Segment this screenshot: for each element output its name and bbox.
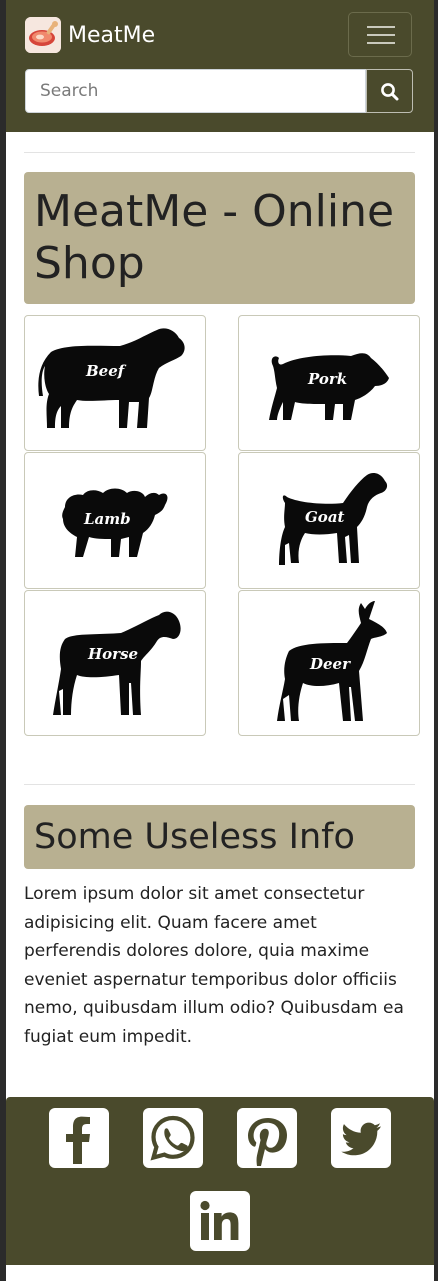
animal-label: Goat [305, 508, 345, 526]
section-title: Some Useless Info [24, 805, 415, 869]
horse-silhouette-icon [53, 611, 181, 715]
divider [24, 784, 415, 785]
cow-silhouette-icon [38, 328, 185, 428]
hamburger-menu-icon [367, 26, 395, 28]
search-button[interactable] [366, 69, 413, 113]
animal-card-goat[interactable]: Goat [238, 452, 420, 589]
meat-logo-icon[interactable] [25, 17, 61, 53]
whatsapp-icon[interactable] [143, 1108, 203, 1168]
footer [6, 1097, 434, 1265]
animal-label: Lamb [84, 510, 131, 528]
search-icon [381, 83, 399, 101]
pinterest-icon[interactable] [237, 1108, 297, 1168]
divider [24, 152, 415, 153]
navbar: MeatMe [6, 0, 434, 132]
hamburger-menu-button[interactable] [348, 12, 412, 57]
facebook-icon[interactable] [49, 1108, 109, 1168]
animal-card-horse[interactable]: Horse [24, 590, 206, 736]
page-title: MeatMe - Online Shop [24, 172, 415, 304]
animal-card-beef[interactable]: Beef [24, 315, 206, 451]
info-text: Lorem ipsum dolor sit amet consectetur a… [24, 884, 404, 1047]
animal-label: Deer [310, 655, 350, 673]
animal-card-pork[interactable]: Pork [238, 315, 420, 451]
animal-card-deer[interactable]: Deer [238, 590, 420, 736]
animal-label: Beef [86, 362, 125, 380]
animal-label: Horse [88, 645, 139, 663]
search-input[interactable] [25, 69, 366, 113]
linkedin-icon[interactable] [190, 1191, 250, 1251]
twitter-icon[interactable] [331, 1108, 391, 1168]
brand-name[interactable]: MeatMe [68, 22, 155, 50]
animal-card-lamb[interactable]: Lamb [24, 452, 206, 589]
animal-label: Pork [308, 370, 348, 388]
